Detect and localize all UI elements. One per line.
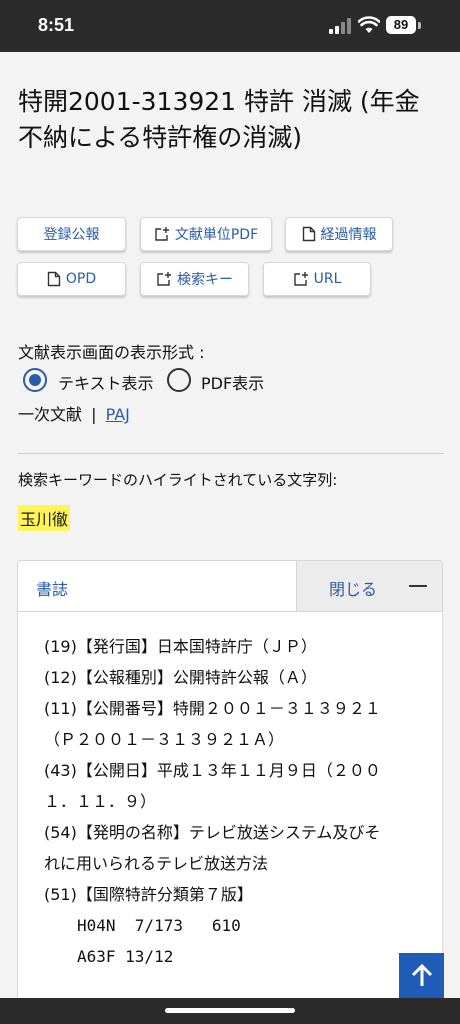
progress-info-button-label: 経過情報 xyxy=(320,227,377,243)
external-link-icon xyxy=(155,227,169,241)
url-button-label: URL xyxy=(313,271,342,287)
bibliography-panel: 書誌 閉じる (19)【発行国】日本国特許庁（ＪＰ） (12)【公報種別】公開特… xyxy=(17,560,443,1000)
wifi-icon xyxy=(358,16,380,33)
text-display-radio[interactable] xyxy=(23,368,47,392)
external-link-icon xyxy=(157,272,171,286)
section-divider xyxy=(18,453,444,454)
scroll-top-button[interactable] xyxy=(399,953,444,998)
ipc-code: H04N 7/173 610 xyxy=(77,916,241,935)
collapse-icon xyxy=(409,585,427,587)
primary-doc-separator: | xyxy=(91,405,97,424)
panel-close-button[interactable]: 閉じる xyxy=(296,561,442,611)
battery-indicator: 89 xyxy=(386,16,416,34)
primary-doc-row: 一次文献 | PAJ xyxy=(18,401,130,425)
pdf-display-label[interactable]: PDF表示 xyxy=(201,370,264,394)
progress-info-button[interactable]: 経過情報 xyxy=(285,217,393,251)
registration-button-label: 登録公報 xyxy=(43,227,100,243)
page-title: 特開2001-313921 特許 消滅 (年金不納による特許権の消滅) xyxy=(18,87,420,152)
highlight-label: 検索キーワードのハイライトされている文字列: xyxy=(18,471,338,489)
bibliography-tab[interactable]: 書誌 xyxy=(36,576,68,600)
home-indicator xyxy=(165,1008,295,1013)
primary-doc-label: 一次文献 xyxy=(18,405,83,424)
bib-line: (51)【国際特許分類第７版】 xyxy=(44,885,253,904)
document-icon xyxy=(47,271,61,287)
battery-tip xyxy=(418,22,421,29)
ipc-code: A63F 13/12 xyxy=(77,947,174,966)
highlight-keyword: 玉川徹 xyxy=(18,505,71,531)
bib-line: (12)【公報種別】公開特許公報（Ａ） xyxy=(44,668,317,687)
opd-button[interactable]: OPD xyxy=(17,262,126,296)
bib-line: (19)【発行国】日本国特許庁（ＪＰ） xyxy=(44,637,317,656)
panel-header: 書誌 閉じる xyxy=(18,561,442,612)
doc-pdf-button[interactable]: 文献単位PDF xyxy=(140,217,272,251)
display-format-label: 文献表示画面の表示形式 : xyxy=(18,343,205,362)
close-label: 閉じる xyxy=(329,580,378,599)
bib-line: (43)【公開日】平成１３年１１月９日（２００ xyxy=(44,761,381,780)
search-key-button[interactable]: 検索キー xyxy=(140,262,249,296)
status-time: 8:51 xyxy=(38,15,75,35)
external-link-icon xyxy=(293,272,308,286)
paj-link[interactable]: PAJ xyxy=(106,405,130,424)
doc-pdf-button-label: 文献単位PDF xyxy=(174,227,259,243)
url-button[interactable]: URL xyxy=(263,262,371,296)
pdf-display-radio[interactable] xyxy=(167,368,191,392)
search-key-button-label: 検索キー xyxy=(177,272,233,288)
signal-icon xyxy=(329,18,351,34)
bib-line: （Ｐ２００１－３１３９２１Ａ） xyxy=(44,730,285,749)
text-display-label[interactable]: テキスト表示 xyxy=(58,370,154,394)
bib-line: (11)【公開番号】特開２００１－３１３９２１ xyxy=(44,699,381,718)
arrow-up-icon xyxy=(411,963,432,986)
bib-line: １．１１．９） xyxy=(44,792,157,811)
status-bar: 8:51 89 xyxy=(0,0,460,52)
bib-line: れに用いられるテレビ放送方法 xyxy=(44,854,269,873)
document-icon xyxy=(302,226,315,242)
bib-line: (54)【発明の名称】テレビ放送システム及びそ xyxy=(44,823,381,842)
registration-button[interactable]: 登録公報 xyxy=(17,217,126,251)
opd-button-label: OPD xyxy=(65,271,97,287)
bibliography-content: (19)【発行国】日本国特許庁（ＪＰ） (12)【公報種別】公開特許公報（Ａ） … xyxy=(44,631,424,972)
